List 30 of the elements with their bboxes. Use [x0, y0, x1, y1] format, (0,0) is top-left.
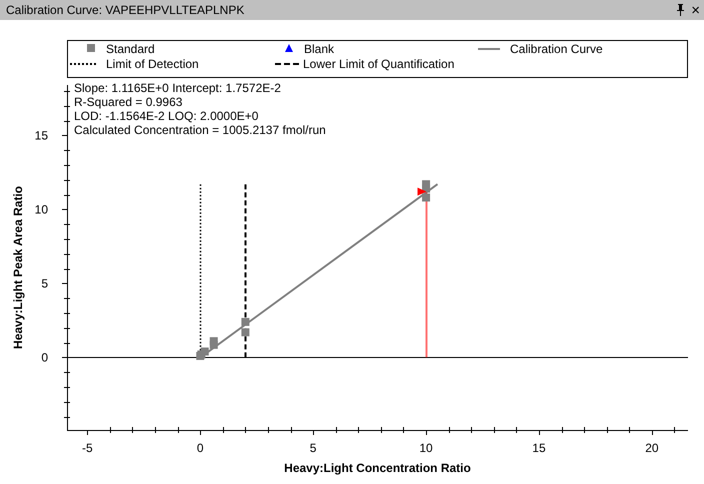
window-title: Calibration Curve: VAPEEHPVLLTEAPLNPK [6, 3, 246, 17]
stats-text: R-Squared = 0.9963 [74, 95, 182, 109]
tick-label: 10 [419, 441, 433, 455]
pin-icon[interactable] [676, 4, 686, 16]
triangle-marker [418, 188, 427, 196]
legend-label: Limit of Detection [106, 57, 199, 71]
tick-label: 15 [34, 128, 48, 142]
data-point [241, 328, 250, 336]
data-point [210, 337, 218, 346]
tick-label: 10 [34, 202, 48, 216]
legend-label: Calibration Curve [510, 42, 603, 56]
tick-label: -5 [82, 441, 93, 455]
tick-label: 20 [645, 441, 659, 455]
tick-label: 5 [310, 441, 316, 455]
stats-text: Calculated Concentration = 1005.2137 fmol/run [74, 123, 326, 137]
stats-text: LOD: -1.1564E-2 LOQ: 2.0000E+0 [74, 109, 258, 123]
tick-label: 0 [41, 350, 48, 364]
data-point [422, 194, 430, 202]
tick-label: 0 [196, 441, 204, 455]
stats-text: Slope: 1.1165E+0 Intercept: 1.7572E-2 [74, 81, 281, 95]
legend-label: Lower Limit of Quantification [303, 57, 454, 71]
data-point [200, 348, 209, 356]
legend-label: Standard [106, 42, 155, 56]
close-button[interactable]: × [691, 2, 700, 18]
data-point [241, 318, 250, 326]
axis-title: Heavy:Light Peak Area Ratio [11, 186, 25, 349]
tick-label: 15 [532, 441, 546, 455]
legend-label: Blank [304, 42, 334, 56]
axis-title: Heavy:Light Concentration Ratio [284, 461, 471, 475]
tick-label: 5 [41, 276, 48, 290]
